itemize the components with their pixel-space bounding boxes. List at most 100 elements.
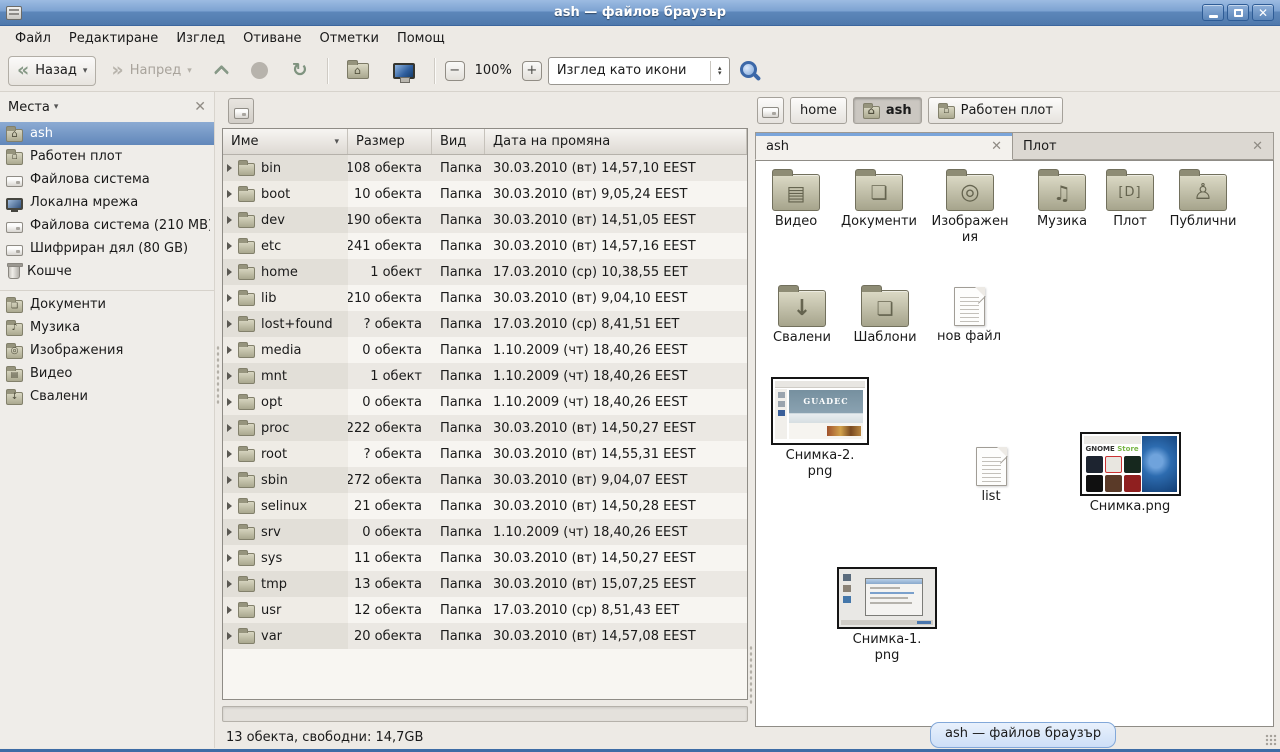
up-button[interactable] [207,56,236,86]
pane-resize-handle[interactable] [216,345,220,405]
sidebar-item[interactable]: Работен плот [0,145,214,168]
sidebar-item[interactable] [0,283,214,293]
expander-icon[interactable] [227,606,232,614]
expander-icon[interactable] [227,580,232,588]
home-button[interactable] [338,56,378,86]
table-row[interactable]: tmp 13 обекта Папка 30.03.2010 (вт) 15,0… [223,571,747,597]
table-row[interactable]: sbin 272 обекта Папка 30.03.2010 (вт) 9,… [223,467,747,493]
back-button[interactable]: « Назад ▾ [8,56,96,86]
table-row[interactable]: etc 241 обекта Папка 30.03.2010 (вт) 14,… [223,233,747,259]
expander-icon[interactable] [227,242,232,250]
grid-item-downloads[interactable]: Свалени [758,283,846,346]
expander-icon[interactable] [227,424,232,432]
grid-item-video[interactable]: Видео [755,167,840,230]
reload-button[interactable]: ↻ [283,56,317,86]
forward-button[interactable]: » Напред ▾ [102,56,200,86]
menu-item[interactable]: Редактиране [60,29,167,48]
grid-item-new-file[interactable]: нов файл [925,283,1013,345]
table-row[interactable]: home 1 обект Папка 17.03.2010 (ср) 10,38… [223,259,747,285]
sidebar-title[interactable]: Места [8,100,50,115]
sidebar-item[interactable]: Изображения [0,339,214,362]
expander-icon[interactable] [227,450,232,458]
expander-icon[interactable] [227,554,232,562]
table-row[interactable]: boot 10 обекта Папка 30.03.2010 (вт) 9,0… [223,181,747,207]
table-row[interactable]: sys 11 обекта Папка 30.03.2010 (вт) 14,5… [223,545,747,571]
path-home-button[interactable]: home [790,97,847,124]
expander-icon[interactable] [227,320,232,328]
expander-icon[interactable] [227,398,232,406]
table-row[interactable]: media 0 обекта Папка 1.10.2009 (чт) 18,4… [223,337,747,363]
sidebar-item[interactable]: Файлова система [0,168,214,191]
column-header-size[interactable]: Размер [348,129,432,154]
menu-item[interactable]: Отиване [234,29,310,48]
column-header-name[interactable]: Име ▾ [223,129,348,154]
tab-close-icon[interactable]: ✕ [1252,139,1263,154]
table-row[interactable]: bin 108 обекта Папка 30.03.2010 (вт) 14,… [223,155,747,181]
stop-button[interactable] [242,56,277,86]
expander-icon[interactable] [227,216,232,224]
path-desktop-button[interactable]: Работен плот [928,97,1063,124]
table-row[interactable]: lib 210 обекта Папка 30.03.2010 (вт) 9,0… [223,285,747,311]
expander-icon[interactable] [227,528,232,536]
column-header-date[interactable]: Дата на промяна [485,129,747,154]
column-header-type[interactable]: Вид [432,129,485,154]
table-row[interactable]: srv 0 обекта Папка 1.10.2009 (чт) 18,40,… [223,519,747,545]
expander-icon[interactable] [227,632,232,640]
sidebar-item[interactable]: ash [0,122,214,145]
expander-icon[interactable] [227,268,232,276]
window-resize-grip[interactable] [1265,734,1277,746]
titlebar[interactable]: ash — файлов браузър ✕ [0,0,1280,26]
menu-item[interactable]: Помощ [388,29,454,48]
menu-item[interactable]: Файл [6,29,60,48]
sidebar-item[interactable]: Музика [0,316,214,339]
grid-item-snimka2[interactable]: GUADEC Снимка-2.png [769,377,871,479]
sidebar-item[interactable]: Свалени [0,385,214,408]
expander-icon[interactable] [227,502,232,510]
expander-icon[interactable] [227,294,232,302]
root-path-button[interactable] [228,98,254,124]
zoom-out-button[interactable]: − [445,61,465,81]
sidebar-item[interactable]: Локална мрежа [0,191,214,214]
table-row[interactable]: usr 12 обекта Папка 17.03.2010 (ср) 8,51… [223,597,747,623]
grid-item-public[interactable]: Публични [1159,167,1247,230]
expander-icon[interactable] [227,476,232,484]
search-button[interactable] [736,57,764,85]
grid-item-snimka1[interactable]: Снимка-1.png [835,567,939,663]
path-root-button[interactable] [757,97,784,124]
grid-item-images[interactable]: Изображения [930,167,1010,245]
zoom-in-button[interactable]: + [522,61,542,81]
chevron-down-icon[interactable]: ▾ [54,102,59,112]
tab-close-icon[interactable]: ✕ [991,139,1002,154]
menu-item[interactable]: Отметки [310,29,387,48]
grid-item-snimka[interactable]: GNOME Store Снимка.png [1077,432,1183,515]
grid-item-list[interactable]: list [948,443,1034,505]
computer-button[interactable] [384,56,424,86]
sidebar-close-icon[interactable]: ✕ [194,99,206,115]
table-row[interactable]: root ? обекта Папка 30.03.2010 (вт) 14,5… [223,441,747,467]
close-button[interactable]: ✕ [1252,4,1274,21]
table-row[interactable]: selinux 21 обекта Папка 30.03.2010 (вт) … [223,493,747,519]
expander-icon[interactable] [227,164,232,172]
table-row[interactable]: var 20 обекта Папка 30.03.2010 (вт) 14,5… [223,623,747,649]
table-row[interactable]: dev 190 обекта Папка 30.03.2010 (вт) 14,… [223,207,747,233]
minimize-button[interactable] [1202,4,1224,21]
tab-plot[interactable]: Плот ✕ [1013,132,1274,160]
table-row[interactable]: opt 0 обекта Папка 1.10.2009 (чт) 18,40,… [223,389,747,415]
expander-icon[interactable] [227,346,232,354]
sidebar-item[interactable]: Шифриран дял (80 GB) [0,237,214,260]
sidebar-item[interactable]: Кошче [0,260,214,283]
tab-ash[interactable]: ash ✕ [755,132,1013,160]
path-current-button[interactable]: ash [853,97,922,124]
horizontal-scrollbar[interactable] [222,706,748,722]
maximize-button[interactable] [1227,4,1249,21]
table-row[interactable]: proc 222 обекта Папка 30.03.2010 (вт) 14… [223,415,747,441]
expander-icon[interactable] [227,190,232,198]
table-row[interactable]: lost+found ? обекта Папка 17.03.2010 (ср… [223,311,747,337]
sidebar-item[interactable]: Документи [0,293,214,316]
grid-item-templates[interactable]: Шаблони [841,283,929,346]
expander-icon[interactable] [227,372,232,380]
sidebar-item[interactable]: Файлова система (210 MB) [0,214,214,237]
table-row[interactable]: mnt 1 обект Папка 1.10.2009 (чт) 18,40,2… [223,363,747,389]
pane-resize-handle[interactable] [749,645,753,705]
sidebar-item[interactable]: Видео [0,362,214,385]
